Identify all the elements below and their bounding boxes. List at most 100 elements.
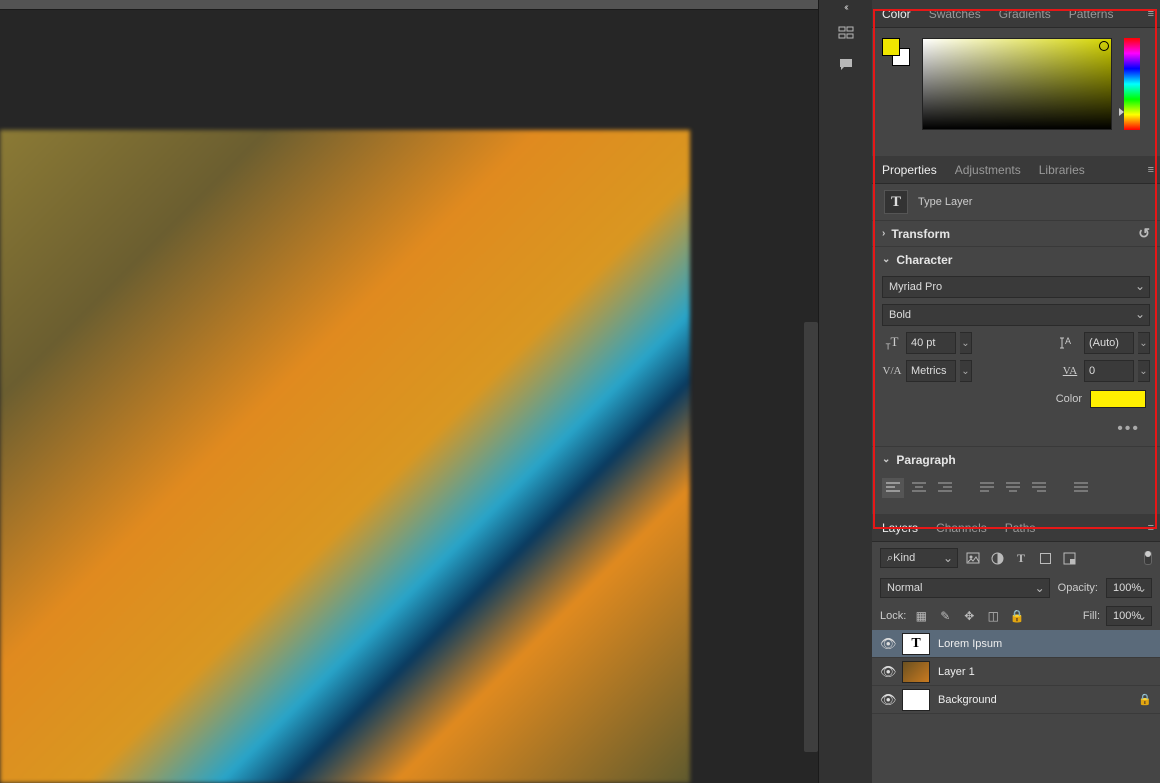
opacity-input[interactable]: 100%: [1106, 578, 1152, 598]
tab-libraries[interactable]: Libraries: [1039, 157, 1085, 183]
layer-name[interactable]: Layer 1: [938, 666, 975, 678]
options-bar-fragment: [0, 0, 818, 10]
layer-thumbnail-background[interactable]: [902, 689, 930, 711]
filter-toggle[interactable]: [1144, 551, 1152, 565]
leading-icon: A: [1060, 336, 1080, 350]
transform-section-title: Transform: [891, 227, 950, 241]
tab-adjustments[interactable]: Adjustments: [955, 157, 1021, 183]
justify-all-button[interactable]: [1070, 478, 1092, 498]
svg-text:A: A: [1065, 336, 1071, 346]
lock-artboard-icon[interactable]: ◫: [984, 609, 1002, 623]
layer-item[interactable]: 👁 T Lorem Ipsum: [872, 630, 1160, 658]
lock-row: Lock: ▦ ✎ ✥ ◫ 🔒 Fill: 100%: [872, 602, 1160, 630]
tab-swatches[interactable]: Swatches: [929, 1, 981, 27]
kerning-icon: V/A: [882, 365, 902, 377]
paragraph-section-header[interactable]: ⌄ Paragraph: [872, 446, 1160, 472]
panel-icon-1[interactable]: [831, 18, 861, 48]
tab-color[interactable]: Color: [882, 1, 911, 27]
layer-item[interactable]: 👁 Background 🔒: [872, 686, 1160, 714]
tab-channels[interactable]: Channels: [936, 515, 987, 541]
filter-kind-select[interactable]: ⌕ Kind: [880, 548, 958, 568]
font-size-input[interactable]: 40 pt: [906, 332, 956, 354]
justify-left-button[interactable]: [976, 478, 998, 498]
layer-thumbnail-image[interactable]: [902, 661, 930, 683]
fill-input[interactable]: 100%: [1106, 606, 1152, 626]
character-section-header[interactable]: ⌄ Character: [872, 246, 1160, 272]
tab-gradients[interactable]: Gradients: [999, 1, 1051, 27]
foreground-color-swatch[interactable]: [882, 38, 900, 56]
layer-item[interactable]: 👁 Layer 1: [872, 658, 1160, 686]
tracking-icon: VA: [1060, 365, 1080, 377]
lock-position-icon[interactable]: ✥: [960, 609, 978, 623]
canvas-area: [0, 0, 818, 783]
font-family-select[interactable]: Myriad Pro: [882, 276, 1150, 298]
transform-section-header[interactable]: › Transform ↺: [872, 220, 1160, 246]
color-panel-tabs: Color Swatches Gradients Patterns ≡: [872, 0, 1160, 28]
kerning-dropdown[interactable]: ⌄: [960, 360, 972, 382]
tab-properties[interactable]: Properties: [882, 157, 937, 183]
tracking-input[interactable]: 0: [1084, 360, 1134, 382]
tab-patterns[interactable]: Patterns: [1069, 1, 1114, 27]
paragraph-section-body: [872, 472, 1160, 504]
visibility-toggle-icon[interactable]: 👁: [880, 636, 894, 652]
panels-column: Color Swatches Gradients Patterns ≡ Prop…: [872, 0, 1160, 783]
layers-panel: Layers Channels Paths ≡ ⌕ Kind T Normal …: [872, 514, 1160, 783]
layer-type-label: Type Layer: [918, 196, 972, 208]
comment-icon[interactable]: [831, 50, 861, 80]
tab-layers[interactable]: Layers: [882, 515, 918, 541]
text-color-label: Color: [1056, 393, 1082, 405]
lock-label: Lock:: [880, 610, 906, 622]
more-options-icon[interactable]: •••: [882, 416, 1150, 442]
type-layer-icon: T: [884, 190, 908, 214]
tab-paths[interactable]: Paths: [1005, 515, 1036, 541]
properties-panel: Properties Adjustments Libraries ≡ T Typ…: [872, 156, 1160, 514]
color-panel: Color Swatches Gradients Patterns ≡: [872, 0, 1160, 156]
align-right-button[interactable]: [934, 478, 956, 498]
color-panel-menu-icon[interactable]: ≡: [1148, 8, 1154, 20]
chevron-right-icon[interactable]: ›: [882, 228, 885, 239]
paragraph-section-title: Paragraph: [896, 453, 955, 467]
filter-type-icon[interactable]: T: [1012, 549, 1030, 567]
reset-icon[interactable]: ↺: [1138, 225, 1150, 242]
lock-all-icon[interactable]: 🔒: [1008, 609, 1026, 623]
layer-name[interactable]: Background: [938, 694, 997, 706]
lock-pixels-icon[interactable]: ✎: [936, 609, 954, 623]
filter-shape-icon[interactable]: [1036, 549, 1054, 567]
visibility-toggle-icon[interactable]: 👁: [880, 692, 894, 708]
color-picker-cursor[interactable]: [1099, 41, 1109, 51]
collapse-dock-icon[interactable]: ‹‹: [844, 2, 847, 16]
font-size-dropdown[interactable]: ⌄: [960, 332, 972, 354]
leading-dropdown[interactable]: ⌄: [1138, 332, 1150, 354]
leading-input[interactable]: (Auto): [1084, 332, 1134, 354]
layer-name[interactable]: Lorem Ipsum: [938, 638, 1002, 650]
filter-adjustment-icon[interactable]: [988, 549, 1006, 567]
blend-mode-select[interactable]: Normal: [880, 578, 1050, 598]
filter-smartobject-icon[interactable]: [1060, 549, 1078, 567]
layer-thumbnail-type[interactable]: T: [902, 633, 930, 655]
properties-panel-menu-icon[interactable]: ≡: [1148, 164, 1154, 176]
foreground-background-swatch[interactable]: [882, 38, 910, 66]
filter-pixel-icon[interactable]: [964, 549, 982, 567]
vertical-scrollbar[interactable]: [804, 322, 818, 752]
visibility-toggle-icon[interactable]: 👁: [880, 664, 894, 680]
layers-panel-menu-icon[interactable]: ≡: [1148, 522, 1154, 534]
fill-label: Fill:: [1083, 610, 1100, 622]
font-style-select[interactable]: Bold: [882, 304, 1150, 326]
layer-list: 👁 T Lorem Ipsum 👁 Layer 1 👁 Background 🔒: [872, 630, 1160, 783]
chevron-down-icon[interactable]: ⌄: [882, 254, 890, 265]
blend-mode-row: Normal Opacity: 100%: [872, 574, 1160, 602]
color-field[interactable]: [922, 38, 1112, 130]
align-left-button[interactable]: [882, 478, 904, 498]
tracking-dropdown[interactable]: ⌄: [1138, 360, 1150, 382]
text-color-swatch[interactable]: [1090, 390, 1146, 408]
hue-slider[interactable]: [1124, 38, 1140, 130]
lock-transparency-icon[interactable]: ▦: [912, 609, 930, 623]
layers-panel-tabs: Layers Channels Paths ≡: [872, 514, 1160, 542]
document-canvas[interactable]: [0, 130, 690, 783]
kerning-input[interactable]: Metrics: [906, 360, 956, 382]
justify-center-button[interactable]: [1002, 478, 1024, 498]
layer-type-row: T Type Layer: [872, 184, 1160, 220]
align-center-button[interactable]: [908, 478, 930, 498]
justify-right-button[interactable]: [1028, 478, 1050, 498]
chevron-down-icon[interactable]: ⌄: [882, 454, 890, 465]
